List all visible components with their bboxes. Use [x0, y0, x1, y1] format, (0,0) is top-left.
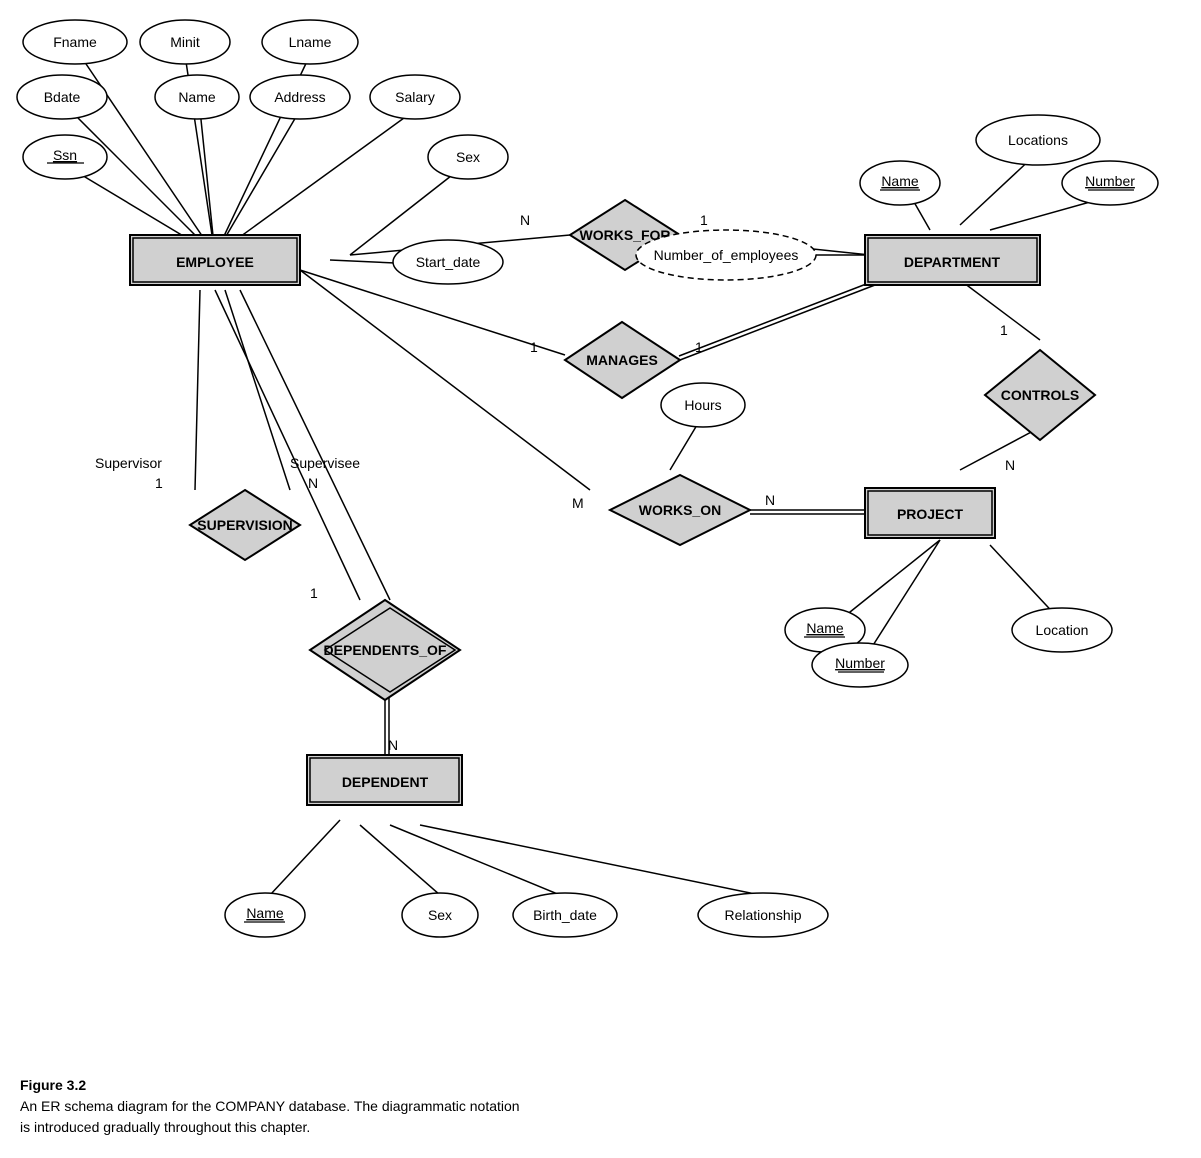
svg-text:Ssn: Ssn: [53, 147, 77, 163]
svg-text:WORKS_ON: WORKS_ON: [639, 502, 721, 518]
svg-text:1: 1: [1000, 322, 1008, 338]
svg-text:Birth_date: Birth_date: [533, 907, 597, 923]
svg-text:Locations: Locations: [1008, 132, 1068, 148]
svg-text:M: M: [572, 495, 584, 511]
svg-text:SUPERVISION: SUPERVISION: [197, 517, 292, 533]
svg-text:Name: Name: [178, 89, 216, 105]
svg-text:DEPARTMENT: DEPARTMENT: [904, 254, 1001, 270]
svg-text:1: 1: [530, 339, 538, 355]
svg-text:N: N: [765, 492, 775, 508]
er-diagram: text { font-family: Arial, sans-serif; f…: [0, 0, 1201, 1080]
svg-text:Number: Number: [835, 655, 885, 671]
svg-text:Bdate: Bdate: [44, 89, 81, 105]
svg-text:1: 1: [310, 585, 318, 601]
svg-text:1: 1: [155, 475, 163, 491]
caption-line2: is introduced gradually throughout this …: [20, 1119, 310, 1135]
svg-text:1: 1: [700, 212, 708, 228]
svg-text:Address: Address: [274, 89, 325, 105]
svg-text:Name: Name: [246, 905, 284, 921]
svg-text:Name: Name: [881, 173, 919, 189]
svg-text:Number: Number: [1085, 173, 1135, 189]
svg-text:Sex: Sex: [456, 149, 480, 165]
svg-text:N: N: [388, 737, 398, 753]
svg-text:CONTROLS: CONTROLS: [1001, 387, 1080, 403]
svg-text:EMPLOYEE: EMPLOYEE: [176, 254, 254, 270]
svg-text:N: N: [520, 212, 530, 228]
svg-text:Supervisee: Supervisee: [290, 455, 360, 471]
svg-text:Start_date: Start_date: [416, 254, 481, 270]
svg-text:Salary: Salary: [395, 89, 435, 105]
svg-text:PROJECT: PROJECT: [897, 506, 964, 522]
svg-text:Number_of_employees: Number_of_employees: [654, 247, 799, 263]
svg-text:Name: Name: [806, 620, 844, 636]
svg-text:Lname: Lname: [289, 34, 332, 50]
svg-text:DEPENDENT: DEPENDENT: [342, 774, 429, 790]
svg-text:Hours: Hours: [684, 397, 721, 413]
figure-title: Figure 3.2: [20, 1077, 86, 1093]
figure-caption: Figure 3.2 An ER schema diagram for the …: [20, 1075, 520, 1138]
svg-text:N: N: [1005, 457, 1015, 473]
caption-line1: An ER schema diagram for the COMPANY dat…: [20, 1098, 520, 1114]
svg-text:Fname: Fname: [53, 34, 97, 50]
svg-text:Supervisor: Supervisor: [95, 455, 162, 471]
svg-text:N: N: [308, 475, 318, 491]
svg-text:1: 1: [695, 339, 703, 355]
svg-text:Minit: Minit: [170, 34, 200, 50]
svg-text:Location: Location: [1036, 622, 1089, 638]
svg-text:DEPENDENTS_OF: DEPENDENTS_OF: [324, 642, 447, 658]
svg-text:MANAGES: MANAGES: [586, 352, 658, 368]
svg-text:Relationship: Relationship: [724, 907, 801, 923]
svg-text:Sex: Sex: [428, 907, 452, 923]
